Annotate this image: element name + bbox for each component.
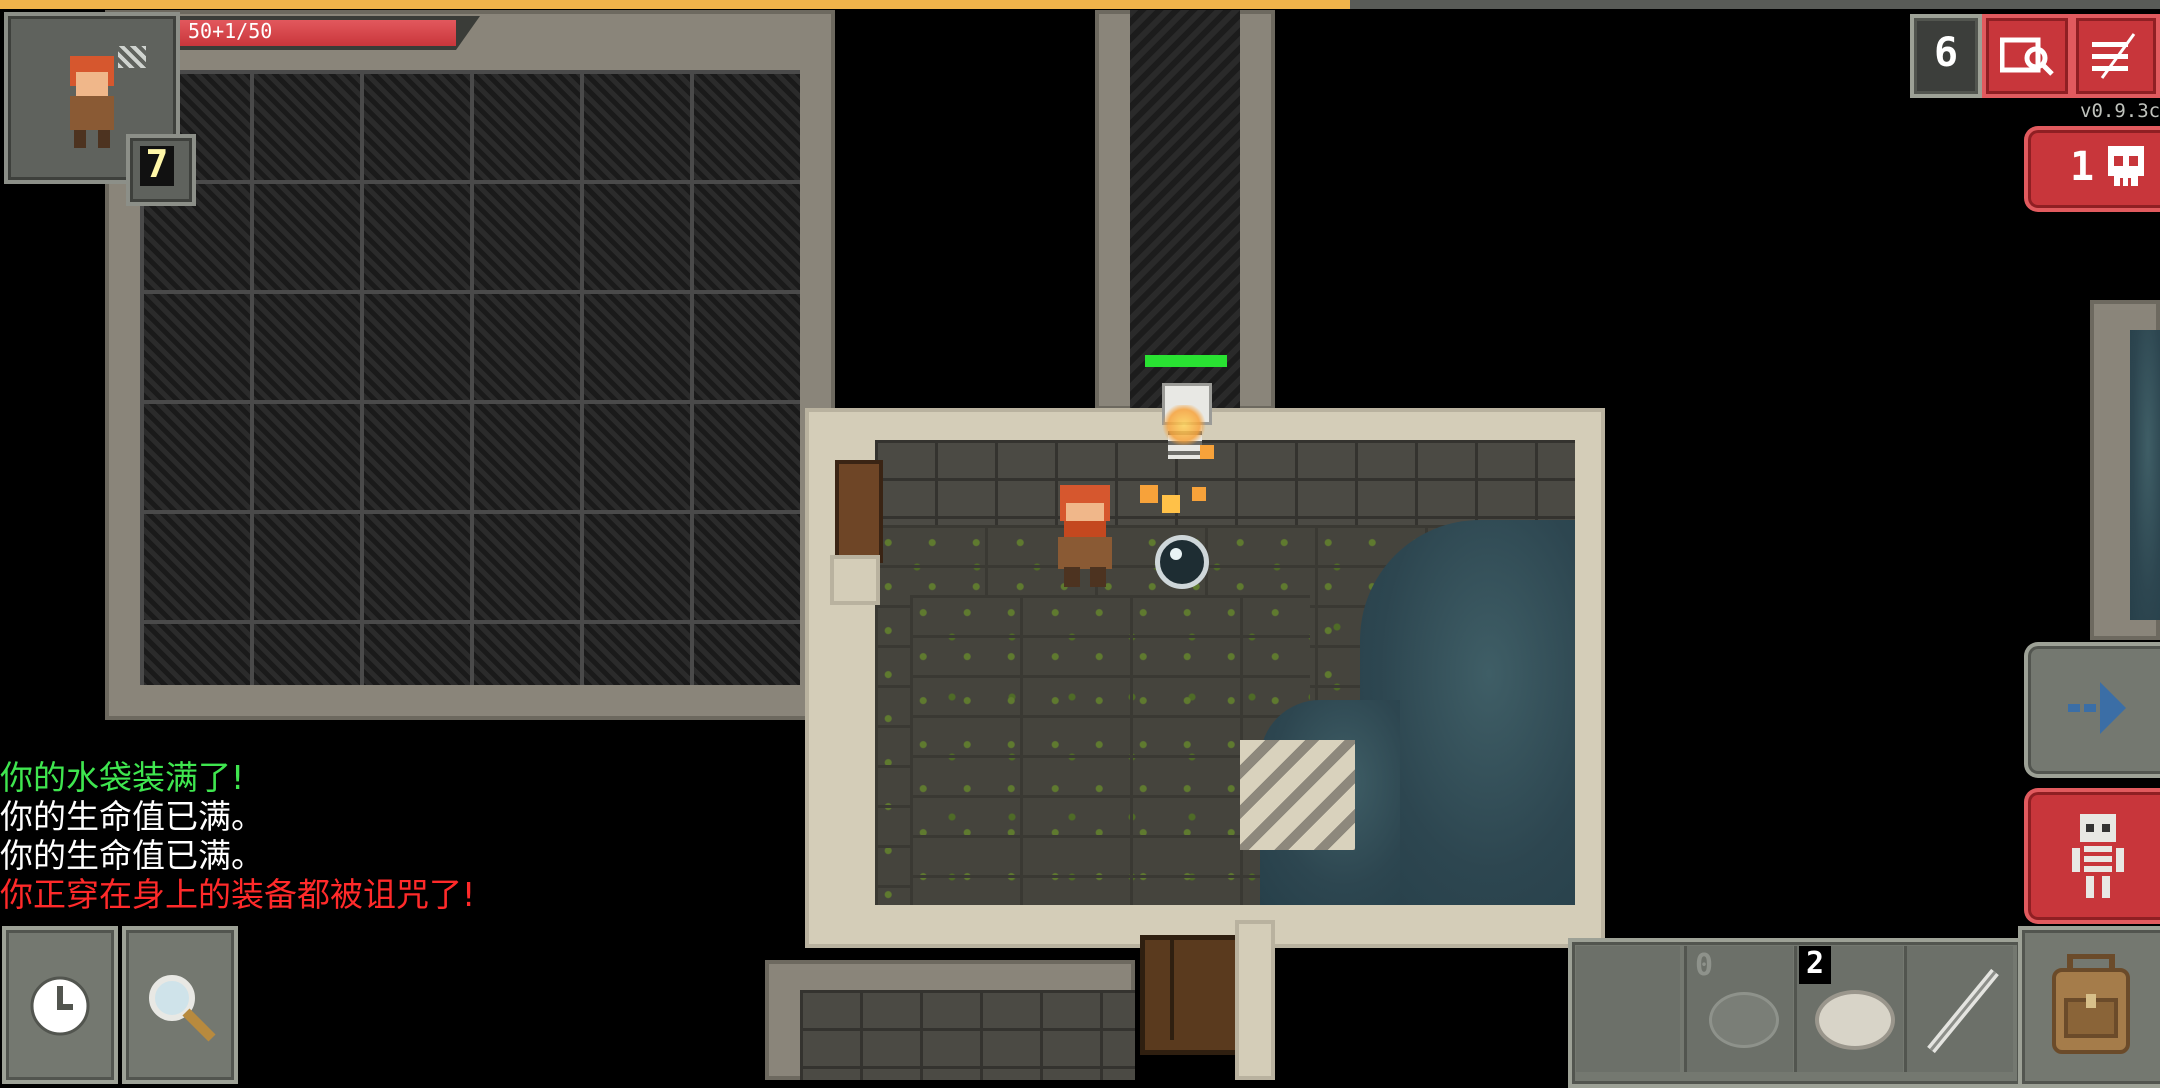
hp-text: 50+1/50 <box>188 19 273 43</box>
dungeon-map[interactable] <box>0 0 2160 1080</box>
quickslot-bar: 0 2 <box>1568 938 2024 1088</box>
quickslot-3[interactable]: 2 <box>1794 946 1903 1072</box>
attack-target-button[interactable] <box>2024 788 2160 924</box>
clock-icon <box>30 976 90 1036</box>
hero-body <box>1058 537 1112 569</box>
corridor-floor[interactable] <box>1130 10 1240 410</box>
door-bottom[interactable] <box>1140 935 1240 1055</box>
far-room-water <box>2130 330 2160 620</box>
xp-bar-track <box>0 0 2160 9</box>
avatar-body <box>70 96 114 130</box>
door-left[interactable] <box>835 460 883 563</box>
log-line: 你的生命值已满。 <box>0 836 264 875</box>
burning-effect <box>1160 405 1208 445</box>
quickslot-2-count: 0 <box>1695 948 1714 983</box>
stairs-down[interactable] <box>1240 740 1355 850</box>
quickslot-1[interactable] <box>1576 946 1680 1072</box>
log-line: 你的水袋装满了! <box>0 758 245 797</box>
fire-ember <box>1200 445 1214 459</box>
hero-leg-left <box>1064 567 1080 587</box>
throwing-spike-icon <box>1927 968 1999 1054</box>
backpack-button[interactable] <box>2018 926 2160 1088</box>
magnifier-icon <box>149 975 216 1042</box>
menu-icon <box>2092 33 2136 79</box>
grated-floor[interactable] <box>140 70 800 685</box>
hero-avatar <box>64 56 120 148</box>
hero-character[interactable] <box>1050 485 1120 590</box>
avatar-leg <box>98 130 110 148</box>
xp-bar-fill <box>0 0 1350 9</box>
journal-icon <box>2000 37 2054 76</box>
avatar-face <box>76 72 108 96</box>
hero-leg-right <box>1090 567 1106 587</box>
quickslot-3-count: 2 <box>1799 946 1831 984</box>
hero-level-badge: 7 <box>126 134 196 206</box>
door-plank <box>1170 940 1174 1040</box>
avatar-leg <box>74 130 86 148</box>
fire-ember <box>1140 485 1158 503</box>
hp-bar-track: 50+1/50 <box>180 16 480 50</box>
skeleton-enemy[interactable] <box>1140 375 1230 513</box>
danger-count: 1 <box>2070 144 2095 190</box>
backpack-icon <box>2052 954 2130 1054</box>
journal-button[interactable] <box>1982 14 2072 98</box>
search-button[interactable] <box>122 926 238 1084</box>
stone-item-icon <box>1815 990 1895 1050</box>
depth-text: 6 <box>1933 30 1959 76</box>
dewdrop-highlight <box>1170 548 1182 560</box>
quickslot-2[interactable]: 0 <box>1684 946 1793 1072</box>
dewdrop-item[interactable] <box>1155 535 1209 589</box>
hero-level-text: 7 <box>145 142 169 186</box>
game-log: 你的水袋装满了! 你的生命值已满。 你的生命值已满。 你正穿在身上的装备都被诅咒… <box>0 758 475 914</box>
version-label: v0.9.3c <box>2080 100 2160 122</box>
buff-icon <box>118 46 146 68</box>
depth-indicator[interactable]: 6 <box>1910 14 1982 98</box>
door-frame-right <box>1235 920 1275 1080</box>
skull-icon <box>2108 146 2144 186</box>
fire-ember <box>1162 495 1180 513</box>
stone-item-icon <box>1709 992 1779 1048</box>
wait-button[interactable] <box>2 926 118 1084</box>
menu-button[interactable] <box>2072 14 2160 98</box>
log-line: 你正穿在身上的装备都被诅咒了! <box>0 875 476 914</box>
log-line: 你的生命值已满。 <box>0 797 264 836</box>
door-sill <box>830 555 880 605</box>
arrow-right-icon <box>2068 682 2126 734</box>
danger-indicator[interactable]: 1 <box>2024 126 2160 212</box>
resume-button[interactable] <box>2024 642 2160 778</box>
quickslot-4[interactable] <box>1904 946 2013 1072</box>
fire-ember <box>1192 487 1206 501</box>
lower-brick-wall <box>800 990 1135 1080</box>
enemy-health-bar <box>1145 355 1227 367</box>
skeleton-icon <box>2072 814 2124 898</box>
